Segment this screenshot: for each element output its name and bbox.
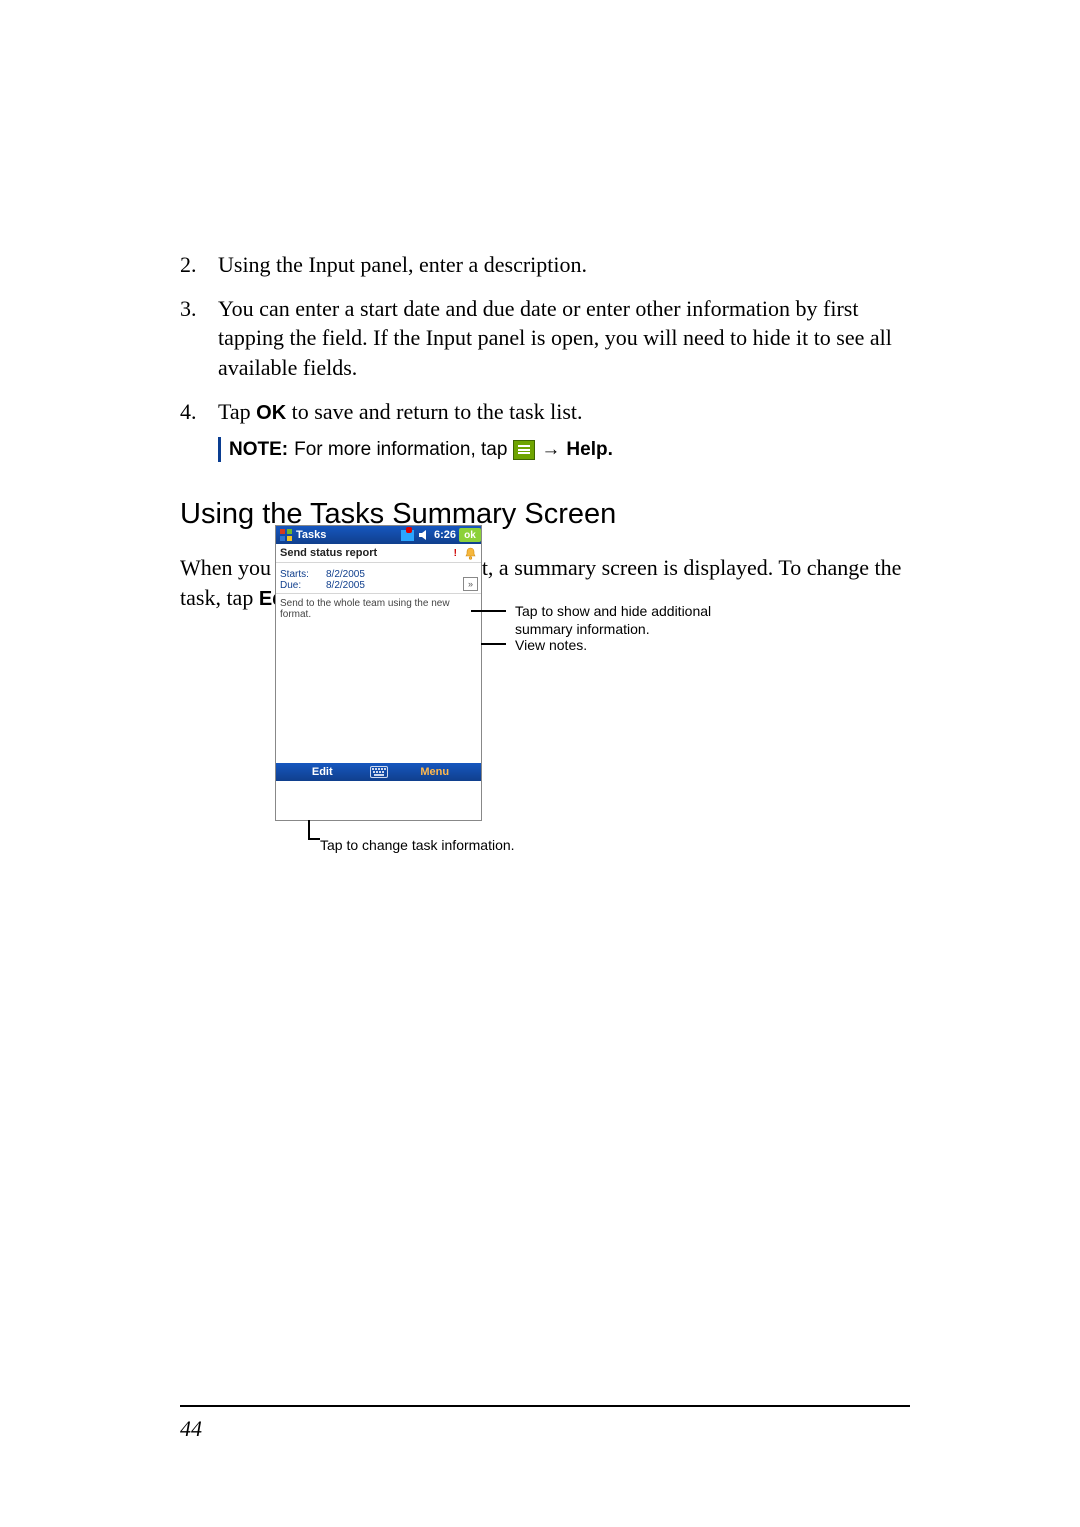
note-help: Help. — [566, 437, 612, 463]
callout-lead-line — [481, 643, 506, 645]
page-number: 44 — [180, 1416, 202, 1442]
step-2-marker: 2. — [180, 250, 197, 280]
task-header: Send status report ! — [276, 544, 481, 563]
note-before: For more information, tap — [294, 437, 507, 463]
task-name: Send status report — [280, 547, 454, 559]
callout-lead-line — [308, 838, 320, 840]
network-icon[interactable] — [401, 530, 414, 541]
keyboard-icon[interactable] — [369, 765, 389, 779]
callout-change-info-text: Tap to change task information. — [320, 837, 515, 853]
callout-view-notes-text: View notes. — [515, 637, 587, 653]
status-area: 6:26 — [401, 529, 456, 541]
edit-button[interactable]: Edit — [276, 766, 369, 778]
ok-button[interactable]: ok — [459, 528, 481, 542]
note-block: NOTE: For more information, tap → Help. — [218, 437, 910, 463]
device-screenshot: Tasks 6:26 ok Send status report ! — [275, 525, 482, 821]
step-4-prefix: Tap — [218, 399, 256, 424]
footer-rule — [180, 1405, 910, 1407]
expand-toggle[interactable]: » — [463, 577, 478, 591]
step-4-suffix: to save and return to the task list. — [286, 399, 582, 424]
bottombar: Edit Menu — [276, 763, 481, 781]
callout-show-hide-text: Tap to show and hide additional summary … — [515, 603, 711, 637]
callout-view-notes: View notes. — [515, 637, 765, 655]
clock: 6:26 — [434, 529, 456, 541]
step-3-text: You can enter a start date and due date … — [218, 296, 892, 380]
callout-lead-line — [471, 610, 506, 612]
notes-area[interactable]: Send to the whole team using the new for… — [276, 594, 481, 763]
starts-value: 8/2/2005 — [326, 569, 463, 580]
callout-lead-line — [308, 820, 310, 838]
starts-label: Starts: — [280, 569, 326, 580]
priority-high-icon: ! — [454, 548, 457, 559]
due-value: 8/2/2005 — [326, 580, 463, 591]
note-label: NOTE: — [229, 437, 288, 463]
app-title: Tasks — [296, 529, 401, 541]
figure: Tasks 6:26 ok Send status report ! — [275, 525, 975, 875]
step-4-marker: 4. — [180, 397, 197, 427]
titlebar: Tasks 6:26 ok — [276, 526, 481, 544]
callout-show-hide: Tap to show and hide additional summary … — [515, 603, 765, 638]
windows-flag-icon[interactable] — [278, 527, 294, 543]
due-label: Due: — [280, 580, 326, 591]
step-4-ok: OK — [256, 402, 286, 424]
reminder-bell-icon[interactable] — [463, 546, 477, 560]
speaker-icon[interactable] — [419, 530, 429, 540]
task-details-block: Starts: 8/2/2005 » Due: 8/2/2005 — [276, 563, 481, 594]
start-icon — [513, 440, 535, 460]
menu-button[interactable]: Menu — [389, 766, 482, 778]
step-2-text: Using the Input panel, enter a descripti… — [218, 252, 587, 277]
step-3-marker: 3. — [180, 294, 197, 324]
arrow-icon: → — [541, 437, 560, 463]
callout-change-info: Tap to change task information. — [320, 837, 620, 855]
